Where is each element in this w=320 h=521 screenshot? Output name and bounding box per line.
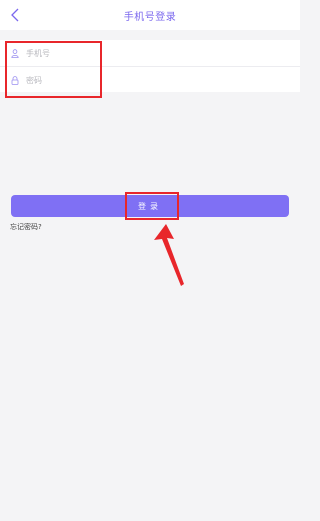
user-icon <box>10 48 20 58</box>
login-button[interactable]: 登录 <box>11 195 289 217</box>
login-form <box>0 40 300 92</box>
page-title: 手机号登录 <box>123 12 177 23</box>
password-input[interactable] <box>26 71 276 89</box>
phone-field-row <box>0 40 300 66</box>
lock-icon <box>10 75 20 85</box>
password-field-row <box>0 66 300 92</box>
forgot-password-link[interactable]: 忘记密码? <box>10 222 42 232</box>
login-page: 手机号登录 登录 忘记密码? <box>0 0 300 521</box>
phone-input[interactable] <box>26 44 276 62</box>
navigation-bar: 手机号登录 <box>0 0 300 30</box>
annotation-arrow-icon <box>154 224 184 286</box>
